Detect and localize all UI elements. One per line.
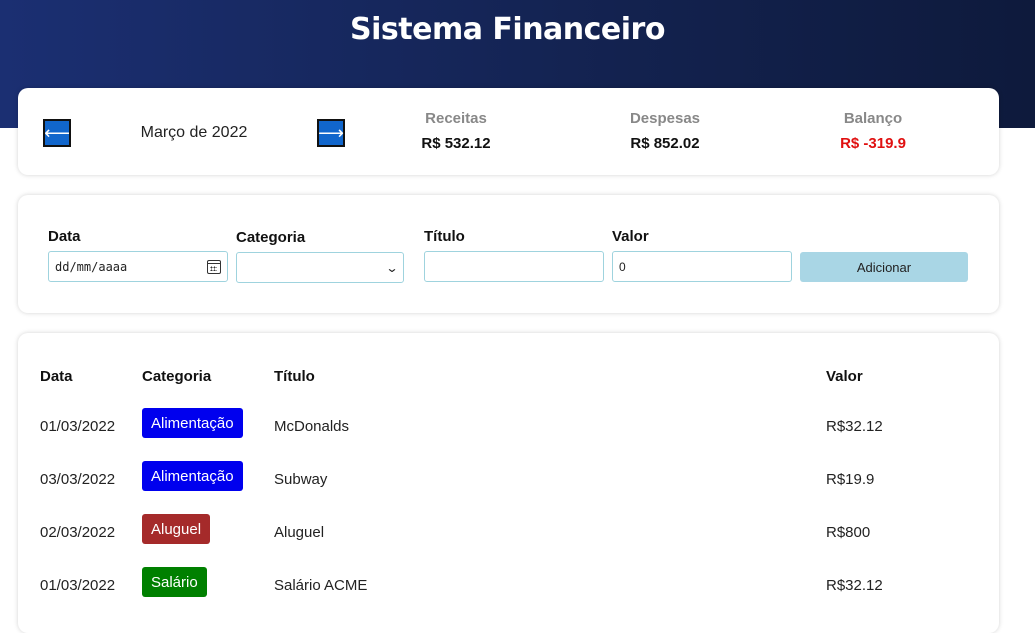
row-title: McDonalds xyxy=(274,418,350,435)
date-label: Data xyxy=(48,228,81,245)
summary-card: ⟵ Março de 2022 ⟶ Receitas R$ 532.12 Des… xyxy=(18,88,999,175)
date-input-value: dd/mm/aaaa xyxy=(55,259,128,274)
header-valor: Valor xyxy=(826,368,863,385)
arrow-left-icon: ⟵ xyxy=(44,123,70,143)
row-value: R$32.12 xyxy=(826,418,883,435)
value-field-group: Valor 0 xyxy=(612,228,792,282)
calendar-icon[interactable] xyxy=(207,259,221,274)
receitas-label: Receitas xyxy=(425,110,487,127)
category-label: Categoria xyxy=(236,229,306,246)
current-month: Março de 2022 xyxy=(140,124,248,141)
category-badge: Salário xyxy=(142,567,207,597)
category-badge: Alimentação xyxy=(142,408,243,438)
table-row: 02/03/2022 Aluguel Aluguel R$800 xyxy=(18,514,999,554)
date-input[interactable]: dd/mm/aaaa xyxy=(48,251,228,282)
header-categoria: Categoria xyxy=(142,368,212,385)
balanco-summary: Balanço R$ -319.9 xyxy=(793,110,953,152)
value-input[interactable]: 0 xyxy=(612,251,792,282)
row-title: Subway xyxy=(274,471,328,488)
title-label: Título xyxy=(424,228,465,245)
next-month-button[interactable]: ⟶ xyxy=(317,119,345,147)
despesas-summary: Despesas R$ 852.02 xyxy=(585,110,745,152)
header-data: Data xyxy=(40,368,73,385)
row-date: 02/03/2022 xyxy=(40,524,116,541)
category-badge: Alimentação xyxy=(142,461,243,491)
add-item-form: Data dd/mm/aaaa Categoria ⌄ Título Valor… xyxy=(18,195,999,313)
row-value: R$19.9 xyxy=(826,471,875,488)
row-title: Salário ACME xyxy=(274,577,368,594)
arrow-right-icon: ⟶ xyxy=(318,123,344,143)
row-date: 01/03/2022 xyxy=(40,418,116,435)
despesas-value: R$ 852.02 xyxy=(630,135,700,152)
page-title: Sistema Financeiro xyxy=(350,12,665,47)
header-titulo: Título xyxy=(274,368,315,385)
table-row: 01/03/2022 Alimentação McDonalds R$32.12 xyxy=(18,408,999,448)
value-label: Valor xyxy=(612,228,649,245)
title-input[interactable] xyxy=(424,251,604,282)
row-title: Aluguel xyxy=(274,524,325,541)
despesas-label: Despesas xyxy=(629,110,701,127)
category-field-group: Categoria ⌄ xyxy=(236,229,404,283)
balanco-value: R$ -319.9 xyxy=(840,135,906,152)
row-date: 03/03/2022 xyxy=(40,471,116,488)
value-input-value: 0 xyxy=(619,259,626,274)
table-row: 01/03/2022 Salário Salário ACME R$32.12 xyxy=(18,567,999,607)
table-row: 03/03/2022 Alimentação Subway R$19.9 xyxy=(18,461,999,501)
receitas-value: R$ 532.12 xyxy=(421,135,491,152)
receitas-summary: Receitas R$ 532.12 xyxy=(376,110,536,152)
date-field-group: Data dd/mm/aaaa xyxy=(48,228,228,282)
add-button[interactable]: Adicionar xyxy=(800,252,968,282)
row-value: R$800 xyxy=(826,524,871,541)
row-value: R$32.12 xyxy=(826,577,883,594)
transactions-table: Data Categoria Título Valor 01/03/2022 A… xyxy=(18,333,999,633)
prev-month-button[interactable]: ⟵ xyxy=(43,119,71,147)
chevron-down-icon: ⌄ xyxy=(385,260,399,275)
balanco-label: Balanço xyxy=(843,110,903,127)
category-badge: Aluguel xyxy=(142,514,211,544)
title-field-group: Título xyxy=(424,228,604,282)
row-date: 01/03/2022 xyxy=(40,577,116,594)
category-select[interactable]: ⌄ xyxy=(236,252,404,283)
